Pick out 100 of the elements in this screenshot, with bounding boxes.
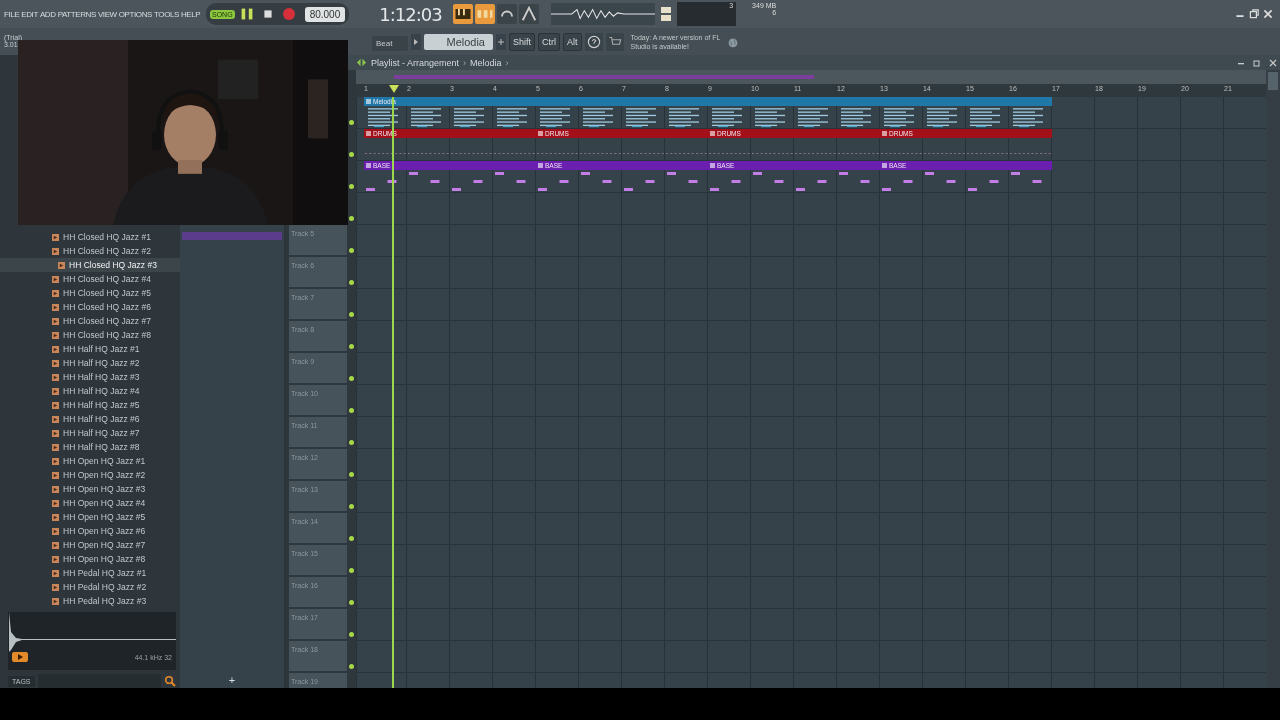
menu-item[interactable]: TOOLS <box>154 9 179 19</box>
browser-item[interactable]: HH Closed HQ Jazz #5 <box>0 286 180 300</box>
browser-item[interactable]: HH Half HQ Jazz #6 <box>0 412 180 426</box>
audio-file-icon <box>52 345 59 353</box>
breadcrumb-separator: › <box>505 57 509 68</box>
restore-icon[interactable] <box>1252 57 1262 68</box>
track-led[interactable] <box>349 504 354 509</box>
breadcrumb-item[interactable]: Melodia <box>470 57 502 68</box>
browser-item[interactable]: HH Open HQ Jazz #2 <box>0 468 180 482</box>
tags-field[interactable] <box>37 674 161 688</box>
browser-item[interactable]: HH Open HQ Jazz #3 <box>0 482 180 496</box>
track-led[interactable] <box>349 120 354 125</box>
audio-file-icon <box>52 513 59 521</box>
track-led[interactable] <box>349 184 354 189</box>
track-led[interactable] <box>349 152 354 157</box>
browser-item[interactable]: HH Open HQ Jazz #4 <box>0 496 180 510</box>
browser-item[interactable]: HH Closed HQ Jazz #2 <box>0 244 180 258</box>
menu-item[interactable]: HELP <box>181 9 201 19</box>
audio-file-icon <box>52 275 59 283</box>
breadcrumb-item[interactable]: Playlist - Arrangement <box>371 57 460 68</box>
browser-item[interactable]: HH Half HQ Jazz #8 <box>0 440 180 454</box>
step-sequencer-icon[interactable] <box>475 4 496 24</box>
loop-icon[interactable] <box>497 4 518 24</box>
play-icon[interactable] <box>12 652 28 662</box>
audio-file-icon <box>52 401 59 409</box>
menu-item[interactable]: ADD <box>39 9 56 19</box>
browser-item[interactable]: HH Open HQ Jazz #7 <box>0 538 180 552</box>
track-led[interactable] <box>349 536 354 541</box>
browser-item[interactable]: HH Closed HQ Jazz #1 <box>0 230 180 244</box>
menu-item[interactable]: VIEW <box>97 9 117 19</box>
modifier-key[interactable]: Alt <box>563 32 582 51</box>
track-led[interactable] <box>349 472 354 477</box>
browser-item[interactable]: HH Pedal HQ Jazz #2 <box>0 580 180 594</box>
track-led[interactable] <box>349 632 354 637</box>
browser-item[interactable]: HH Half HQ Jazz #5 <box>0 398 180 412</box>
audio-file-icon <box>52 485 59 493</box>
audio-file-icon <box>52 555 59 563</box>
browser-item[interactable]: HH Closed HQ Jazz #7 <box>0 314 180 328</box>
browser-item[interactable]: HH Half HQ Jazz #1 <box>0 342 180 356</box>
browser-item[interactable]: HH Closed HQ Jazz #6 <box>0 300 180 314</box>
overview-scrollbar[interactable] <box>356 70 1266 84</box>
audio-file-icon <box>52 233 59 241</box>
close-icon[interactable] <box>1268 57 1278 68</box>
browser-item[interactable]: HH Closed HQ Jazz #4 <box>0 272 180 286</box>
add-icon[interactable] <box>496 33 506 50</box>
browser-item[interactable]: HH Open HQ Jazz #8 <box>0 552 180 566</box>
search-icon[interactable] <box>164 675 176 687</box>
track-led[interactable] <box>349 568 354 573</box>
track-led[interactable] <box>349 664 354 669</box>
audio-file-icon <box>52 471 59 479</box>
menu-item[interactable]: PATTERNS <box>57 9 96 19</box>
track-led[interactable] <box>349 440 354 445</box>
track-led[interactable] <box>349 248 354 253</box>
menu-item[interactable]: EDIT <box>21 9 38 19</box>
browser-item[interactable]: HH Open HQ Jazz #5 <box>0 510 180 524</box>
browser-item[interactable]: HH Pedal HQ Jazz #3 <box>0 594 180 608</box>
audio-file-icon <box>52 569 59 577</box>
restore-icon[interactable] <box>1248 8 1260 20</box>
metronome-icon[interactable] <box>519 4 540 24</box>
track-led[interactable] <box>349 344 354 349</box>
pattern-selector[interactable]: Melodia <box>424 33 493 50</box>
audio-file-icon <box>52 457 59 465</box>
browser-item[interactable]: HH Pedal HQ Jazz #1 <box>0 566 180 580</box>
cart-icon[interactable] <box>605 32 624 51</box>
audio-file-icon <box>52 317 59 325</box>
audio-file-icon <box>52 303 59 311</box>
track-led[interactable] <box>349 600 354 605</box>
browser-item[interactable]: HH Open HQ Jazz #1 <box>0 454 180 468</box>
browser-item[interactable]: HH Half HQ Jazz #7 <box>0 426 180 440</box>
browser-item[interactable]: HH Half HQ Jazz #3 <box>0 370 180 384</box>
browser-item[interactable]: HH Open HQ Jazz #6 <box>0 524 180 538</box>
track-led[interactable] <box>349 312 354 317</box>
track-led[interactable] <box>349 376 354 381</box>
audio-file-icon <box>52 443 59 451</box>
snap-dropdown[interactable]: Beat <box>372 36 409 51</box>
browser-item[interactable]: HH Half HQ Jazz #2 <box>0 356 180 370</box>
piano-roll-icon[interactable] <box>453 4 474 24</box>
time-display: 1:12:03 <box>379 3 443 25</box>
track-led[interactable] <box>349 216 354 221</box>
pattern-clip-preview[interactable] <box>182 232 282 240</box>
vertical-scrollbar[interactable] <box>1266 70 1280 688</box>
add-track-button[interactable]: + <box>228 674 236 686</box>
modifier-key[interactable]: Ctrl <box>538 32 560 51</box>
track-led[interactable] <box>349 280 354 285</box>
menu-item[interactable]: FILE <box>4 9 20 19</box>
modifier-key[interactable]: Shift <box>509 32 535 51</box>
audio-file-icon <box>52 583 59 591</box>
tempo-display[interactable]: 80.000 <box>304 6 346 22</box>
audio-file-icon <box>52 247 59 255</box>
help-icon[interactable] <box>584 32 603 51</box>
browser-item[interactable]: HH Closed HQ Jazz #8 <box>0 328 180 342</box>
close-icon[interactable] <box>1262 8 1274 20</box>
audio-file-icon <box>58 261 65 269</box>
audio-file-icon <box>52 387 59 395</box>
browser-item[interactable]: HH Half HQ Jazz #4 <box>0 384 180 398</box>
audio-file-icon <box>52 429 59 437</box>
audio-file-icon <box>52 415 59 423</box>
browser-item[interactable]: HH Closed HQ Jazz #3 <box>0 258 180 272</box>
track-led[interactable] <box>349 408 354 413</box>
menu-item[interactable]: OPTIONS <box>118 9 152 19</box>
